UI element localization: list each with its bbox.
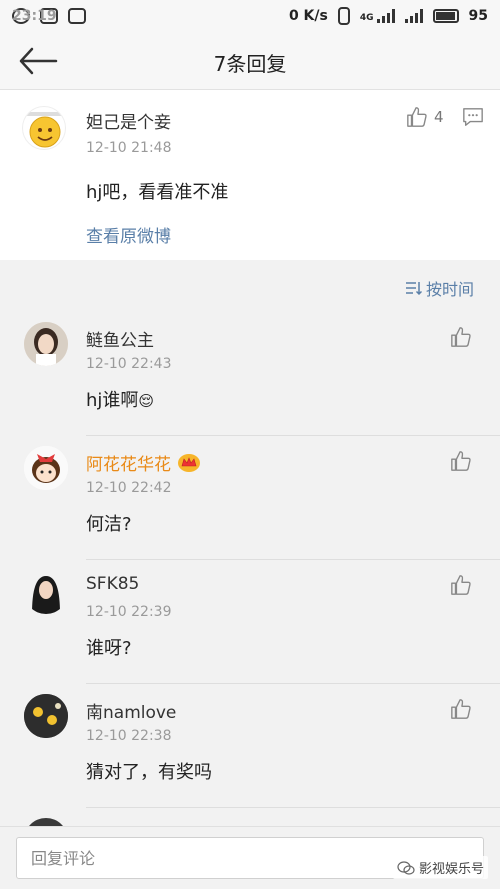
comment-text-content: hj谁啊 — [86, 390, 139, 411]
comment-time: 12-10 22:43 — [86, 356, 172, 372]
network-type: 4G — [359, 13, 374, 23]
commenter-name-text: 阿花花华花 — [86, 455, 171, 475]
avatar[interactable] — [24, 570, 68, 614]
bottom-bar: 影视娱乐号 — [0, 826, 500, 889]
network-speed: 0 K/s — [288, 8, 328, 24]
wechat-icon — [397, 860, 415, 875]
comment-text: hj吧，看看准不准 — [86, 182, 229, 203]
cell-signal-icon: 4G — [360, 9, 395, 23]
comment-text: 何洁? — [86, 514, 132, 535]
reply-item: 阿花花华花 12-10 22:42 何洁? — [0, 436, 500, 560]
commenter-name-text: 南namlove — [86, 703, 177, 723]
commenter-name[interactable]: 妲己是个妾 — [86, 108, 171, 133]
comment-text: 猜对了，有奖吗 — [86, 762, 212, 783]
crown-badge-icon — [178, 453, 200, 472]
sort-bar: 按时间 — [0, 270, 500, 308]
avatar[interactable] — [24, 322, 68, 366]
avatar[interactable] — [22, 106, 66, 150]
view-original-link[interactable]: 查看原微博 — [86, 222, 171, 247]
like-button[interactable] — [450, 326, 472, 348]
cell-signal-2-icon — [404, 9, 423, 23]
battery-icon — [432, 9, 459, 23]
battery-level: 95 — [468, 8, 488, 24]
like-count: 4 — [434, 108, 444, 126]
reply-item: SFK85 12-10 22:39 谁呀? — [0, 560, 500, 684]
thumbs-up-icon — [451, 327, 471, 347]
avatar[interactable] — [24, 446, 68, 490]
reply-button[interactable] — [462, 106, 484, 132]
divider — [86, 807, 500, 808]
reply-item: 南namlove 12-10 22:38 猜对了，有奖吗 — [0, 684, 500, 808]
commenter-name[interactable]: 南namlove — [86, 698, 176, 723]
commenter-name-text: 鲢鱼公主 — [86, 331, 154, 351]
comment-time: 12-10 22:39 — [86, 604, 172, 620]
sort-by-time-button[interactable]: 按时间 — [404, 276, 474, 300]
thumbs-up-icon — [451, 575, 471, 595]
comment-time: 12-10 21:48 — [86, 140, 172, 156]
reply-item: 鲢鱼公主 12-10 22:43 hj谁啊😌 — [0, 312, 500, 436]
image-notification-icon — [68, 8, 86, 24]
avatar[interactable] — [24, 694, 68, 738]
comment-time: 12-10 22:42 — [86, 480, 172, 496]
like-button[interactable] — [450, 574, 472, 596]
comment-icon — [463, 108, 483, 126]
commenter-name-text: SFK85 — [86, 574, 140, 594]
thumbs-up-icon — [451, 699, 471, 719]
vibrate-icon — [337, 7, 350, 25]
commenter-name[interactable]: 鲢鱼公主 — [86, 326, 154, 351]
like-button[interactable]: 4 — [406, 106, 444, 128]
like-button[interactable] — [450, 450, 472, 472]
thumbs-up-icon — [451, 451, 471, 471]
watermark-text: 影视娱乐号 — [418, 862, 484, 877]
watermark: 影视娱乐号 — [392, 856, 488, 879]
sort-label: 按时间 — [425, 280, 474, 299]
commenter-name[interactable]: 阿花花华花 — [86, 450, 201, 475]
nav-bar: 7条回复 — [0, 32, 500, 90]
status-bar: 23:19 0 K/s 4G 95 — [0, 0, 500, 32]
emoji: 😌 — [138, 392, 155, 410]
status-time: 23:19 — [12, 8, 57, 24]
comment-time: 12-10 22:38 — [86, 728, 172, 744]
commenter-name[interactable]: SFK85 — [86, 574, 139, 594]
sort-icon — [405, 282, 422, 296]
page-title: 7条回复 — [213, 52, 287, 76]
root-comment: 妲己是个妾 12-10 21:48 hj吧，看看准不准 查看原微博 4 — [0, 90, 500, 260]
comment-text: hj谁啊😌 — [86, 386, 154, 412]
comment-text: 谁呀? — [86, 638, 132, 659]
avatar-partial — [24, 818, 68, 826]
like-button[interactable] — [450, 698, 472, 720]
thumbs-up-icon — [407, 107, 427, 127]
